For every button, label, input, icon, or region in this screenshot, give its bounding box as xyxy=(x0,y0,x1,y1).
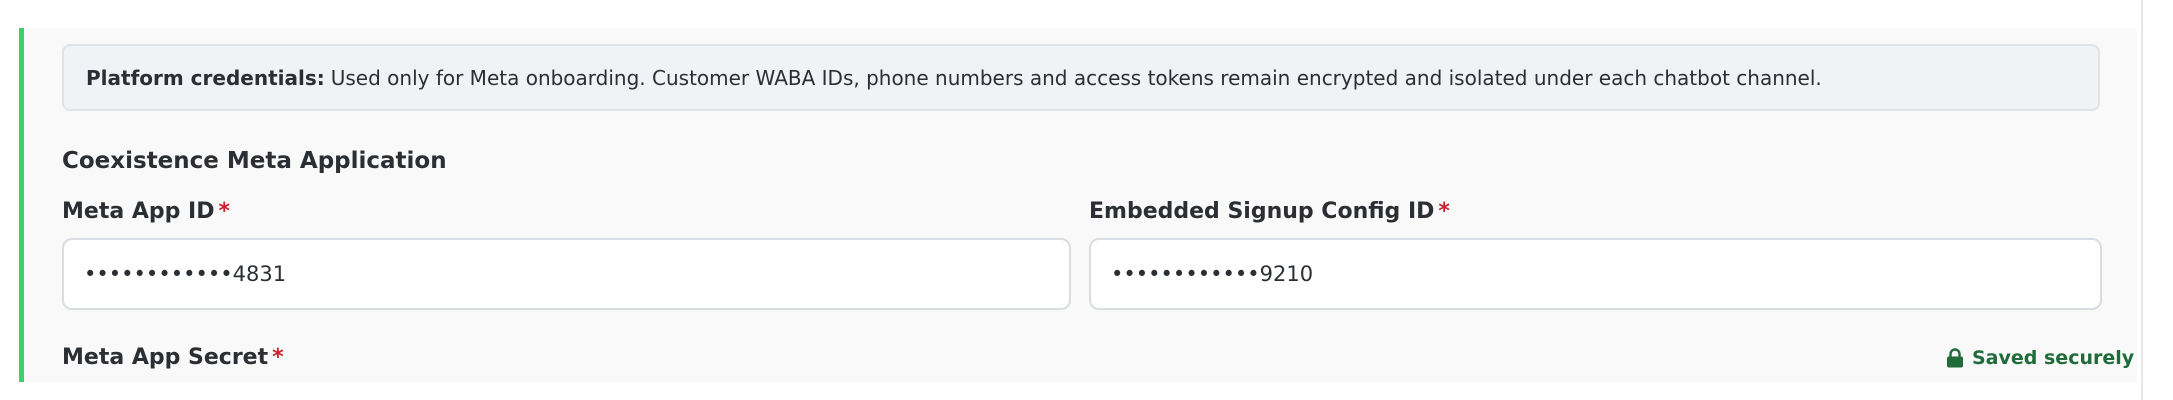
saved-securely-text: Saved securely xyxy=(1972,347,2135,369)
required-marker: * xyxy=(218,199,230,224)
section-title: Coexistence Meta Application xyxy=(62,148,447,174)
embedded-signup-config-id-label-text: Embedded Signup Config ID xyxy=(1089,199,1435,224)
meta-app-secret-label-text: Meta App Secret xyxy=(62,345,269,370)
embedded-signup-config-id-label: Embedded Signup Config ID * xyxy=(1089,199,1450,224)
meta-app-id-label: Meta App ID * xyxy=(62,199,230,224)
meta-app-secret-label: Meta App Secret * xyxy=(62,345,284,370)
meta-app-id-input[interactable] xyxy=(62,238,1071,310)
required-marker: * xyxy=(1438,199,1450,224)
lock-icon xyxy=(1947,348,1963,368)
embedded-signup-config-id-input[interactable] xyxy=(1089,238,2102,310)
scrollbar-track xyxy=(2141,0,2143,400)
required-marker: * xyxy=(272,345,284,370)
saved-securely-status: Saved securely xyxy=(1946,347,2134,369)
notice-label: Platform credentials: xyxy=(86,65,325,90)
platform-credentials-notice: Platform credentials: Used only for Meta… xyxy=(62,44,2100,111)
meta-app-id-label-text: Meta App ID xyxy=(62,199,215,224)
notice-text: Used only for Meta onboarding. Customer … xyxy=(330,65,1822,90)
